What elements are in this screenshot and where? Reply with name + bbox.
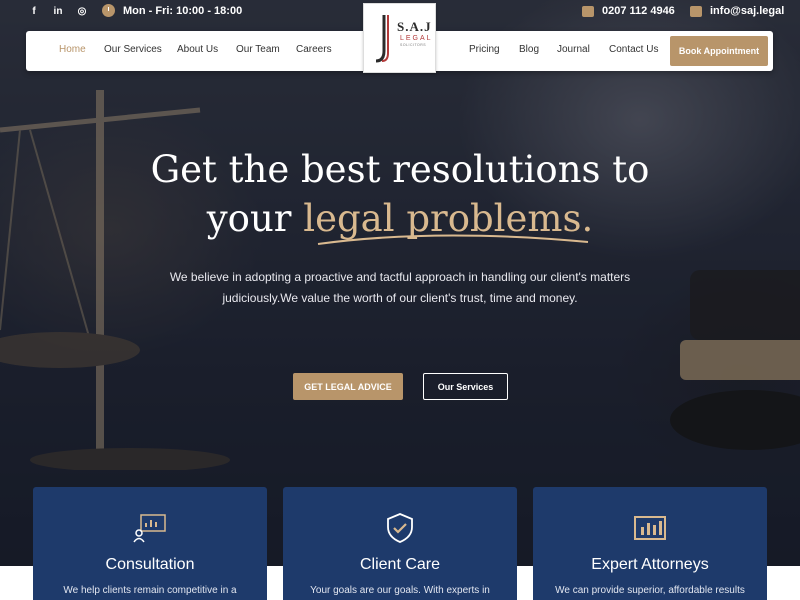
nav-contact-us[interactable]: Contact Us (609, 44, 658, 55)
nav-about-us[interactable]: About Us (177, 44, 218, 55)
get-legal-advice-button[interactable]: GET LEGAL ADVICE (293, 373, 403, 400)
gavel-image (670, 270, 800, 450)
logo-mark-icon (375, 15, 389, 63)
logo-line2: SOLICITORS (400, 43, 427, 47)
service-card-consultation[interactable]: Consultation We help clients remain comp… (33, 487, 267, 600)
email-address[interactable]: info@saj.legal (710, 5, 784, 17)
instagram-icon[interactable]: ◎ (76, 5, 88, 17)
facebook-icon[interactable]: f (28, 5, 40, 17)
card-title: Client Care (359, 556, 441, 573)
phone-number[interactable]: 0207 112 4946 (602, 5, 675, 17)
headline-plain: your (206, 197, 292, 240)
card-text: We help clients remain competitive in a (63, 585, 237, 596)
service-card-client-care[interactable]: Client Care Your goals are our goals. Wi… (283, 487, 517, 600)
headline-underline (317, 234, 589, 245)
linkedin-icon[interactable]: in (52, 5, 64, 17)
nav-pricing[interactable]: Pricing (469, 44, 500, 55)
hero-subtext: We believe in adopting a proactive and t… (169, 270, 631, 305)
logo-name: S.A.J (397, 19, 432, 34)
phone-icon (582, 5, 594, 17)
nav-blog[interactable]: Blog (519, 44, 539, 55)
hours-text: Mon - Fri: 10:00 - 18:00 (123, 4, 243, 17)
nav-journal[interactable]: Journal (557, 44, 590, 55)
card-text: We can provide superior, affordable resu… (555, 585, 745, 596)
nav-our-team[interactable]: Our Team (236, 44, 280, 55)
email-contact[interactable]: info@saj.legal (690, 5, 784, 17)
nav-careers[interactable]: Careers (296, 44, 332, 55)
logo[interactable]: S.A.J LEGAL SOLICITORS (363, 3, 436, 73)
book-appointment-button[interactable]: Book Appointment (670, 36, 768, 66)
our-services-button[interactable]: Our Services (423, 373, 508, 400)
service-card-expert-attorneys[interactable]: Expert Attorneys We can provide superior… (533, 487, 767, 600)
clock-icon (102, 4, 115, 17)
presentation-icon (133, 514, 166, 543)
phone-contact[interactable]: 0207 112 4946 (582, 5, 675, 17)
nav-home[interactable]: Home (59, 44, 86, 55)
business-hours: Mon - Fri: 10:00 - 18:00 (102, 4, 242, 17)
card-title: Expert Attorneys (591, 556, 709, 573)
headline-line1: Get the best resolutions to (150, 148, 650, 191)
card-text: Your goals are our goals. With experts i… (310, 585, 490, 596)
logo-line1: LEGAL (400, 35, 433, 42)
mail-icon (690, 5, 702, 17)
bar-chart-icon (634, 516, 666, 540)
card-title: Consultation (105, 556, 195, 573)
nav-our-services[interactable]: Our Services (104, 44, 162, 55)
social-links: f in ◎ (28, 5, 88, 17)
shield-check-icon (387, 513, 413, 543)
